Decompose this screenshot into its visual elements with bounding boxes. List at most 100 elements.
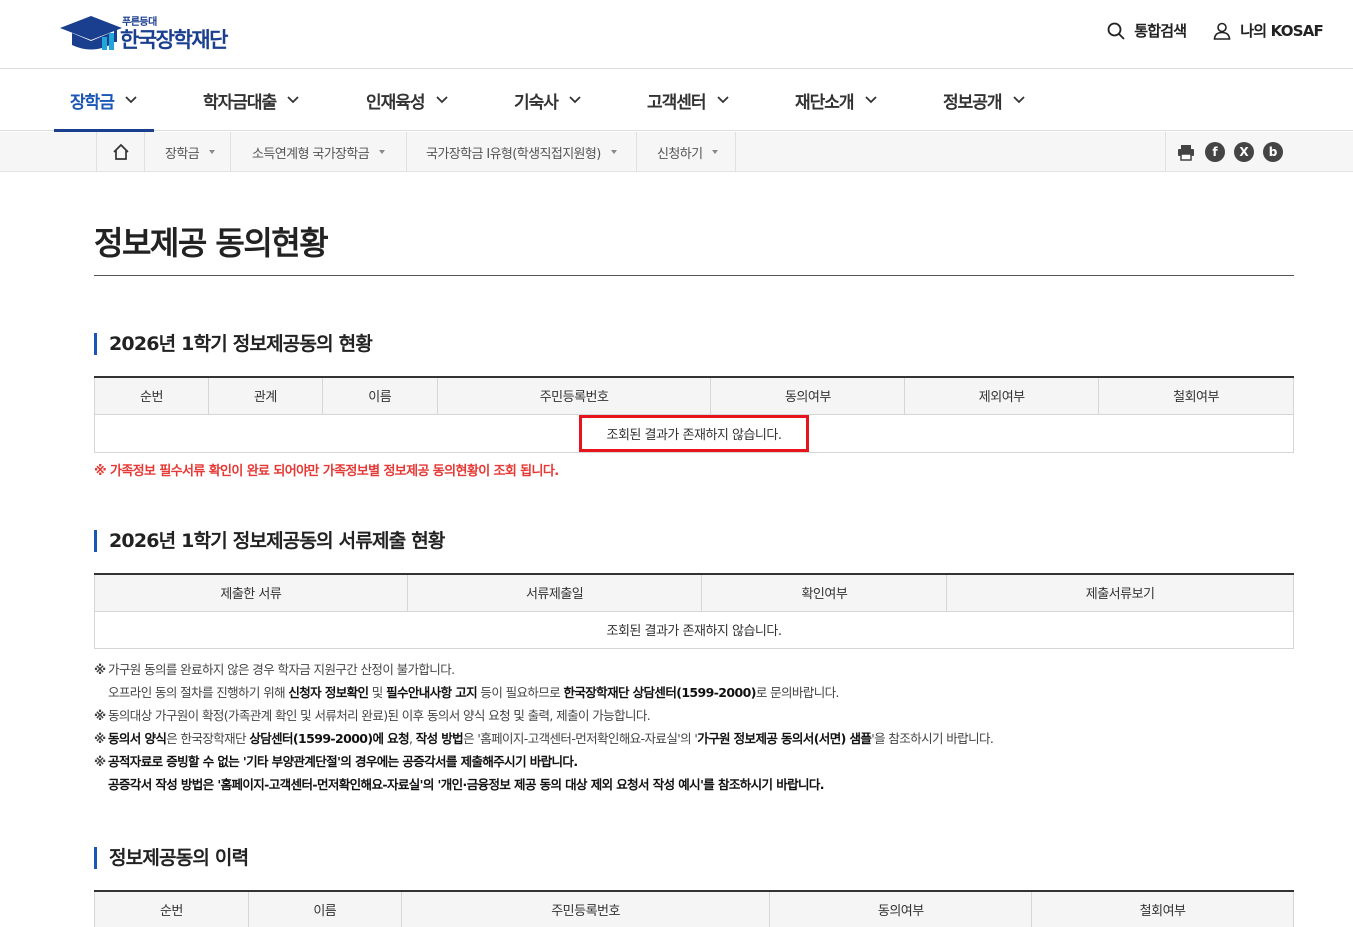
chevron-down-icon [569,96,581,104]
column-header: 주민등록번호 [436,377,712,415]
note-emphasis: 동의서 양식 [108,731,167,746]
chevron-down-icon [1012,96,1025,104]
note-item: ※ 동의서 양식은 한국장학재단 상담센터(1599-2000)에 요청, 작성 … [94,730,994,753]
note-mark: ※ [94,662,106,677]
nav-label: 재단소개 [795,92,855,113]
chevron-down-icon [716,96,729,104]
column-header: 서류제출일 [406,574,703,612]
nav-label: 고객센터 [647,92,707,113]
home-button[interactable] [96,132,144,172]
chevron-down-icon [435,96,448,104]
column-header: 동의여부 [769,891,1033,927]
breadcrumb-label: 국가장학금 I유형(학생직접지원형) [426,146,601,162]
note-emphasis: 공적자료로 증빙할 수 없는 '기타 부양관계단절'의 경우에는 공증각서를 제… [108,754,578,769]
note-text: , [408,731,416,746]
home-icon [112,143,129,160]
logo-cap-icon [60,16,122,50]
note-text: 동의대상 가구원이 확정(가족관계 확인 및 서류처리 완료)된 이후 동의서 … [108,708,651,723]
table-row: 조회된 결과가 존재하지 않습니다. [94,610,1294,649]
blog-icon[interactable]: b [1263,142,1283,162]
breadcrumb-label: 장학금 [165,146,200,162]
nav-item-loan[interactable]: 학자금대출 [203,69,300,131]
search-icon [1107,22,1125,40]
note-text: 가구원 동의를 완료하지 않은 경우 학자금 지원구간 산정이 불가합니다. [108,662,455,677]
column-header: 제출서류보기 [946,574,1294,612]
print-icon[interactable] [1176,142,1196,162]
note-text: 오프라인 동의 절차를 진행하기 위해 [108,685,289,700]
nav-item-talent[interactable]: 인재육성 [366,69,449,131]
column-header: 제출한 서류 [94,574,408,612]
nav-item-about[interactable]: 재단소개 [795,69,878,131]
note-emphasis: 신청자 정보확인 [288,685,369,700]
site-header: 푸른등대 한국장학재단 통합검색 나의 KOSAF [0,0,1353,69]
empty-result-cell: 조회된 결과가 존재하지 않습니다. [94,413,1294,453]
nav-label: 정보공개 [943,92,1003,113]
nav-label: 장학금 [70,92,115,113]
breadcrumb-item[interactable]: 소득연계형 국가장학금 [230,132,406,172]
nav-label: 기숙사 [514,92,559,113]
column-header: 이름 [247,891,402,927]
note-mark: ※ [94,708,106,723]
search-link[interactable]: 통합검색 [1106,20,1187,41]
guide-notes: ※ 가구원 동의를 완료하지 않은 경우 학자금 지원구간 산정이 불가합니다. … [94,661,994,799]
logo-tagline: 푸른등대 [122,16,157,28]
note-text: 은 한국장학재단 [166,731,250,746]
note-item: ※ 공적자료로 증빙할 수 없는 '기타 부양관계단절'의 경우에는 공증각서를 … [94,753,993,776]
section-title-document-status: 2026년 1학기 정보제공동의 서류제출 현황 [94,530,445,552]
x-twitter-icon[interactable]: X [1234,142,1254,162]
note-text: 로 문의바랍니다. [755,685,840,700]
dropdown-arrow-icon [712,150,719,154]
my-kosaf-label: 나의 KOSAF [1240,22,1324,40]
column-header: 제외여부 [904,377,1100,415]
logo-name: 한국장학재단 [120,27,228,52]
title-divider [94,275,1294,276]
dropdown-arrow-icon [610,150,617,154]
breadcrumb-item[interactable]: 신청하기 [636,132,736,172]
note-emphasis: 공증각서 작성 방법은 '홈페이지-고객센터-먼저확인해요-자료실'의 '개인·… [108,777,825,792]
note-emphasis: 필수안내사항 고지 [386,685,478,700]
breadcrumb-item[interactable]: 국가장학금 I유형(학생직접지원형) [406,132,636,172]
consent-history-table: 순번 이름 주민등록번호 동의여부 철회여부 [94,890,1294,927]
chevron-down-icon [125,96,137,104]
column-header: 주민등록번호 [400,891,771,927]
note-item: 공증각서 작성 방법은 '홈페이지-고객센터-먼저확인해요-자료실'의 '개인·… [94,776,993,799]
breadcrumb-label: 소득연계형 국가장학금 [252,146,370,162]
note-text: '을 참조하시기 바랍니다. [871,731,994,746]
breadcrumb-label: 신청하기 [657,146,703,162]
logo[interactable]: 푸른등대 한국장학재단 [58,12,258,56]
note-emphasis: 상담센터(1599-2000)에 요청 [249,731,409,746]
note-mark: ※ [94,731,106,746]
note-text: 및 [368,685,387,700]
facebook-icon[interactable]: f [1205,142,1225,162]
note-item: ※ 동의대상 가구원이 확정(가족관계 확인 및 서류처리 완료)된 이후 동의서… [94,707,993,730]
column-header: 순번 [94,377,209,415]
page-title: 정보제공 동의현황 [94,224,329,262]
user-icon [1213,22,1231,40]
nav-label: 학자금대출 [203,92,277,113]
nav-item-scholarship[interactable]: 장학금 [54,69,154,132]
nav-item-disclosure[interactable]: 정보공개 [943,69,1026,131]
note-text: 등이 필요하므로 [477,685,564,700]
column-header: 동의여부 [710,377,906,415]
dropdown-arrow-icon [209,150,216,154]
chevron-down-icon [864,96,877,104]
note-emphasis: 가구원 정보제공 동의서(서면) 샘플 [697,731,872,746]
section-title-consent-history: 정보제공동의 이력 [94,847,249,869]
main-nav: 장학금 학자금대출 인재육성 기숙사 고객센터 재단소개 정보공개 [0,69,1353,132]
column-header: 관계 [207,377,323,415]
consent-status-table: 순번 관계 이름 주민등록번호 동의여부 제외여부 철회여부 조회된 결과가 존… [94,376,1294,453]
note-text: 은 '홈페이지-고객센터-먼저확인해요-자료실'의 ' [463,731,698,746]
note-item: ※ 가구원 동의를 완료하지 않은 경우 학자금 지원구간 산정이 불가합니다. [94,661,993,684]
table-row: 조회된 결과가 존재하지 않습니다. [94,413,1294,453]
chevron-down-icon [287,96,299,104]
nav-item-dormitory[interactable]: 기숙사 [514,69,582,131]
breadcrumb: 장학금 소득연계형 국가장학금 국가장학금 I유형(학생직접지원형) 신청하기 … [0,132,1353,172]
my-kosaf-link[interactable]: 나의 KOSAF [1212,20,1324,41]
note-emphasis: 한국장학재단 상담센터(1599-2000) [563,685,756,700]
dropdown-arrow-icon [379,150,386,154]
section-title-consent-status: 2026년 1학기 정보제공동의 현황 [94,333,373,355]
breadcrumb-item[interactable]: 장학금 [144,132,230,172]
search-label: 통합검색 [1134,22,1187,40]
nav-item-customer[interactable]: 고객센터 [647,69,730,131]
column-header: 이름 [321,377,438,415]
